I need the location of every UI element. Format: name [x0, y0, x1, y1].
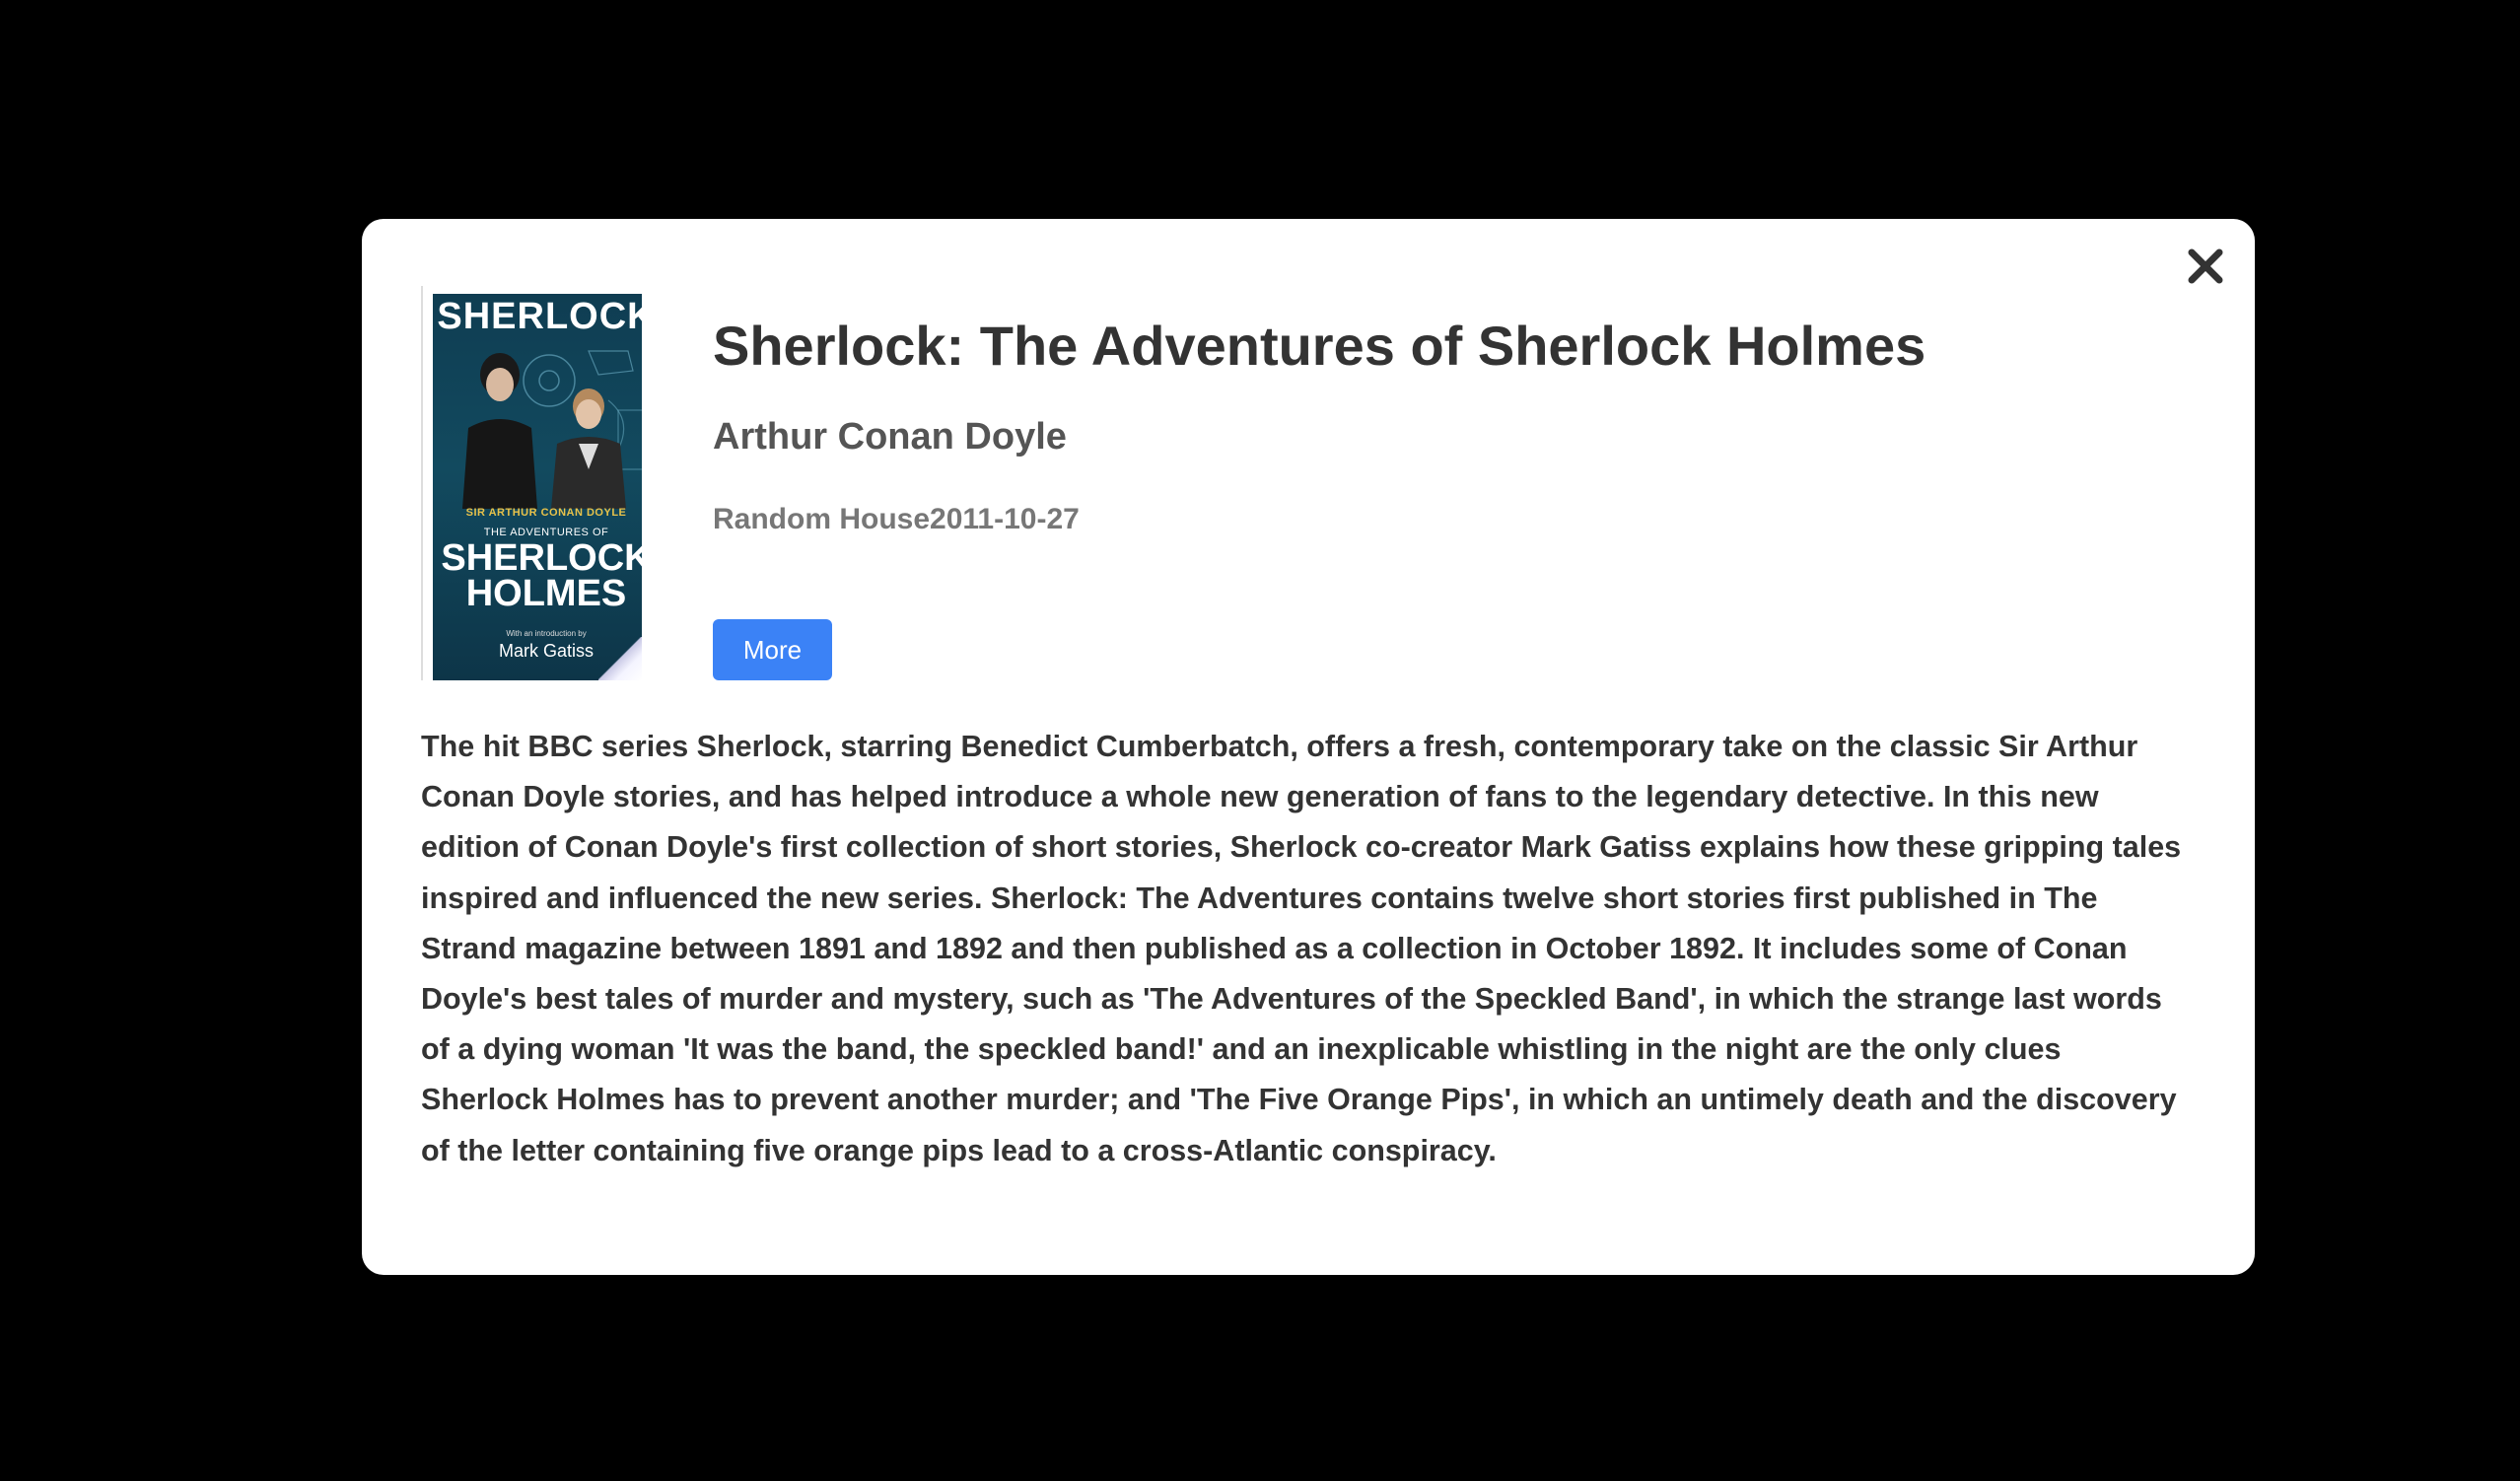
book-publisher-date: Random House2011-10-27	[713, 503, 1080, 535]
page-curl-decoration	[598, 637, 642, 680]
book-author: Arthur Conan Doyle	[713, 416, 1067, 458]
cover-main-title: SHERLOCK HOLMES	[433, 537, 642, 614]
cover-figures-illustration	[462, 350, 642, 509]
cover-main-title-line-2: HOLMES	[465, 573, 627, 614]
book-description: The hit BBC series Sherlock, starring Be…	[421, 730, 2182, 1167]
close-button[interactable]	[2184, 245, 2227, 288]
modal-backdrop[interactable]: SHERLOCK SIR ARTHUR CONAN DOYLE THE ADVE…	[0, 0, 2520, 1481]
cover-top-title: SHERLOCK	[437, 296, 642, 337]
cover-main-title-line-1: SHERLOCK	[441, 537, 642, 579]
book-detail-modal: SHERLOCK SIR ARTHUR CONAN DOYLE THE ADVE…	[362, 219, 2255, 1275]
close-icon	[2188, 248, 2223, 284]
book-cover-image: SHERLOCK SIR ARTHUR CONAN DOYLE THE ADVE…	[421, 286, 642, 680]
cover-author-line: SIR ARTHUR CONAN DOYLE	[465, 507, 627, 519]
more-button[interactable]: More	[713, 619, 832, 680]
book-title: Sherlock: The Adventures of Sherlock Hol…	[713, 315, 1926, 377]
